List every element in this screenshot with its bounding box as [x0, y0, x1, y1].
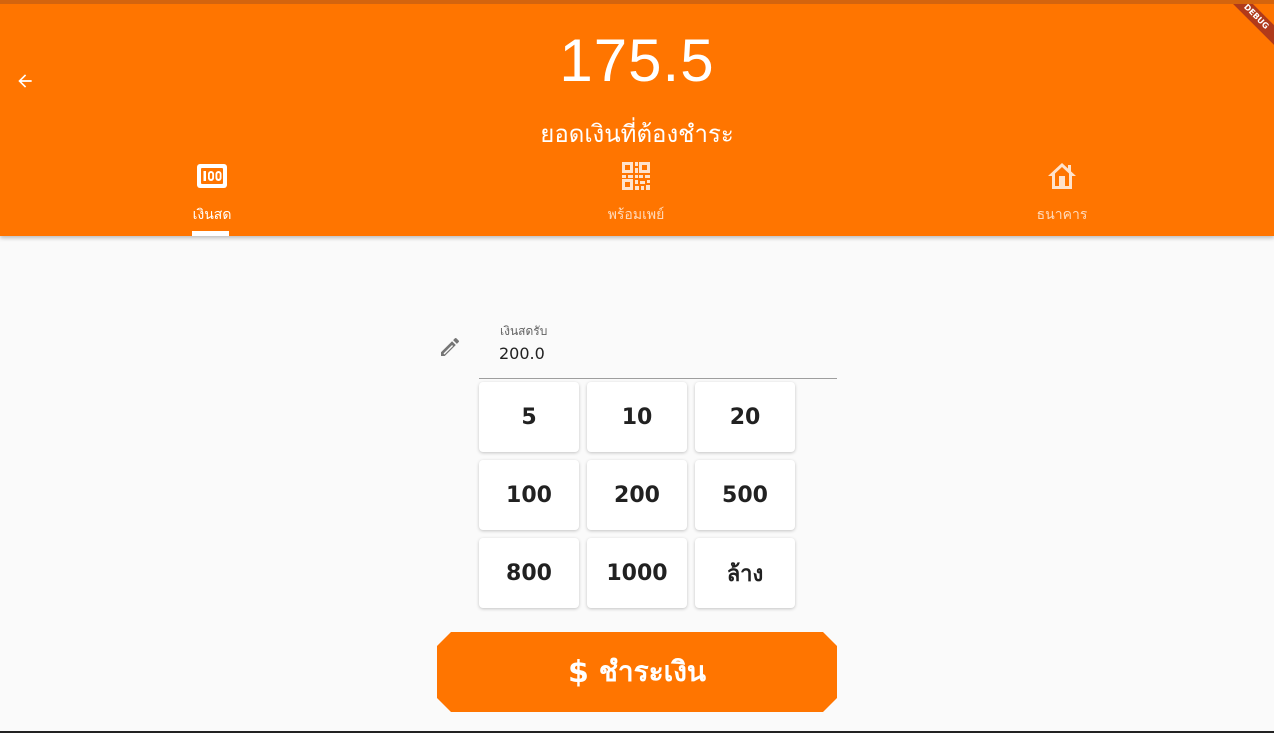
pay-button-label: ชำระเงิน	[598, 655, 707, 688]
clear-button[interactable]: ล้าง	[695, 538, 795, 608]
key-500[interactable]: 500	[695, 460, 795, 530]
amount-due-label: ยอดเงินที่ต้องชำระ	[540, 120, 734, 148]
key-20[interactable]: 20	[695, 382, 795, 452]
key-10[interactable]: 10	[587, 382, 687, 452]
dollar-icon: $	[567, 654, 589, 690]
cash-received-label: เงินสดรับ	[500, 324, 548, 338]
tab-cash-label: เงินสด	[192, 207, 232, 223]
bank-icon	[1046, 160, 1078, 192]
key-200[interactable]: 200	[587, 460, 687, 530]
pay-button[interactable]: $ ชำระเงิน	[437, 632, 837, 712]
tab-promptpay[interactable]: พร้อมเพย์	[424, 158, 848, 236]
cash-icon	[196, 160, 228, 192]
edit-icon	[438, 335, 462, 359]
tab-bank-label: ธนาคาร	[1036, 207, 1088, 223]
tab-promptpay-label: พร้อมเพย์	[607, 207, 665, 223]
qr-code-icon	[620, 160, 652, 192]
cash-received-field[interactable]: เงินสดรับ	[479, 318, 837, 379]
tab-cash[interactable]: เงินสด	[0, 158, 424, 236]
app-bar: 175.5 ยอดเงินที่ต้องชำระ เงินสด พร้อมเพย…	[0, 0, 1274, 236]
key-5[interactable]: 5	[479, 382, 579, 452]
key-1000[interactable]: 1000	[587, 538, 687, 608]
tab-bank[interactable]: ธนาคาร	[850, 158, 1274, 236]
cash-received-input[interactable]	[499, 344, 819, 363]
key-100[interactable]: 100	[479, 460, 579, 530]
key-800[interactable]: 800	[479, 538, 579, 608]
amount-due: 175.5	[559, 27, 715, 94]
tab-indicator	[192, 231, 229, 236]
